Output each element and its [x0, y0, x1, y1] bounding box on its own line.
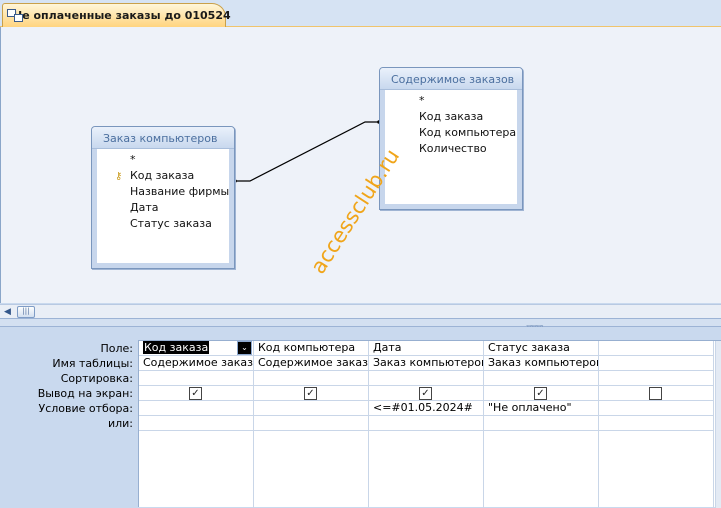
show-checkbox[interactable] [649, 387, 662, 400]
field-list-item[interactable]: * [385, 93, 517, 109]
grid-column [599, 341, 714, 508]
grid-table-cell[interactable]: Содержимое заказов [254, 356, 368, 371]
query-grid-area: Поле: Имя таблицы: Сортировка: Вывод на … [0, 327, 721, 508]
grid-sort-cell[interactable] [139, 371, 253, 386]
grid-column: Дата Заказ компьютеров ✓ <=#01.05.2024# [369, 341, 484, 508]
grid-field-cell[interactable]: Код компьютера [254, 341, 368, 356]
grid-column: Код заказа⌄ Содержимое заказов ✓ [139, 341, 254, 508]
grid-field-cell[interactable] [599, 341, 713, 356]
field-list-item[interactable]: Статус заказа [97, 216, 229, 232]
document-tab-strip: Не оплаченные заказы до 010524 [0, 0, 721, 27]
row-label-criteria: Условие отбора: [38, 402, 134, 415]
field-list-item[interactable]: * [97, 152, 229, 168]
grid-column: Статус заказа Заказ компьютеров ✓ "Не оп… [484, 341, 599, 508]
grid-field-cell[interactable]: Код заказа ⌄ [139, 341, 253, 356]
grid-sort-cell[interactable] [599, 371, 713, 386]
grid-or-cell[interactable] [484, 416, 598, 431]
field-list-item[interactable]: Код заказа [385, 109, 517, 125]
grid-criteria-cell[interactable] [599, 401, 713, 416]
grid-table-cell[interactable]: Заказ компьютеров [484, 356, 598, 371]
chevron-down-icon[interactable]: ⌄ [237, 341, 252, 355]
show-checkbox[interactable]: ✓ [534, 387, 547, 400]
grid-or-cell[interactable] [369, 416, 483, 431]
table-title: Заказ компьютеров [92, 127, 234, 149]
grid-criteria-cell[interactable] [139, 401, 253, 416]
grid-vertical-scrollbar[interactable] [715, 341, 721, 508]
grid-field-cell[interactable]: Статус заказа [484, 341, 598, 356]
grid-sort-cell[interactable] [484, 371, 598, 386]
grip-icon: ˯˯˯˯˯˯˯˯˯˯ [526, 318, 544, 327]
grid-field-cell[interactable]: Дата [369, 341, 483, 356]
grid-criteria-cell[interactable]: <=#01.05.2024# [369, 401, 483, 416]
field-list-item[interactable]: Количество [385, 141, 517, 157]
grid-show-cell[interactable]: ✓ [254, 386, 368, 401]
row-label-show: Вывод на экран: [37, 387, 133, 400]
row-label-table: Имя таблицы: [52, 357, 133, 370]
field-list-item[interactable]: Название фирмы [97, 184, 229, 200]
table-zakaz-kompyuterov[interactable]: Заказ компьютеров * ⚷ Код заказа Название… [91, 126, 235, 269]
show-checkbox[interactable]: ✓ [419, 387, 432, 400]
table-title: Содержимое заказов [380, 68, 522, 90]
field-list-item[interactable]: ⚷ Код заказа [97, 168, 229, 184]
grid-show-cell[interactable]: ✓ [369, 386, 483, 401]
grid-criteria-cell[interactable]: "Не оплачено" [484, 401, 598, 416]
pane-splitter[interactable]: ˯˯˯˯˯˯˯˯˯˯ [0, 318, 721, 327]
grid-table-cell[interactable]: Заказ компьютеров [369, 356, 483, 371]
grid-or-cell[interactable] [139, 416, 253, 431]
grid-criteria-cell[interactable] [254, 401, 368, 416]
primary-key-icon: ⚷ [115, 171, 123, 182]
field-list: * ⚷ Код заказа Название фирмы Дата Статус… [92, 149, 234, 268]
grid-table-cell[interactable] [599, 356, 713, 371]
grid-sort-cell[interactable] [369, 371, 483, 386]
row-label-field: Поле: [100, 342, 133, 355]
field-list-item[interactable]: Код компьютера [385, 125, 517, 141]
grid-column: Код компьютера Содержимое заказов ✓ [254, 341, 369, 508]
grid-show-cell[interactable] [599, 386, 713, 401]
grid-or-cell[interactable] [599, 416, 713, 431]
query-design-grid: Код заказа⌄ Содержимое заказов ✓ Код ком… [138, 340, 721, 508]
grid-or-cell[interactable] [254, 416, 368, 431]
grid-show-cell[interactable]: ✓ [139, 386, 253, 401]
field-list: * Код заказа Код компьютера Количество [380, 90, 522, 209]
scroll-left-icon[interactable]: ◀ [4, 307, 11, 317]
scroll-thumb[interactable]: ||| [17, 306, 35, 318]
show-checkbox[interactable]: ✓ [304, 387, 317, 400]
query-tab[interactable]: Не оплаченные заказы до 010524 [2, 3, 231, 27]
grid-row-labels: Поле: Имя таблицы: Сортировка: Вывод на … [0, 341, 138, 431]
table-soderzhimoe-zakazov[interactable]: Содержимое заказов * Код заказа Код комп… [379, 67, 523, 210]
field-list-item[interactable]: Дата [97, 200, 229, 216]
row-label-or: или: [107, 417, 133, 430]
query-tab-title: Не оплаченные заказы до 010524 [13, 9, 231, 22]
grid-table-cell[interactable]: Содержимое заказов [139, 356, 253, 371]
grid-show-cell[interactable]: ✓ [484, 386, 598, 401]
query-design-pane: Заказ компьютеров * ⚷ Код заказа Название… [0, 27, 721, 303]
show-checkbox[interactable]: ✓ [189, 387, 202, 400]
design-horizontal-scrollbar[interactable]: ◀ ||| [0, 304, 721, 318]
row-label-sort: Сортировка: [60, 372, 133, 385]
grid-sort-cell[interactable] [254, 371, 368, 386]
